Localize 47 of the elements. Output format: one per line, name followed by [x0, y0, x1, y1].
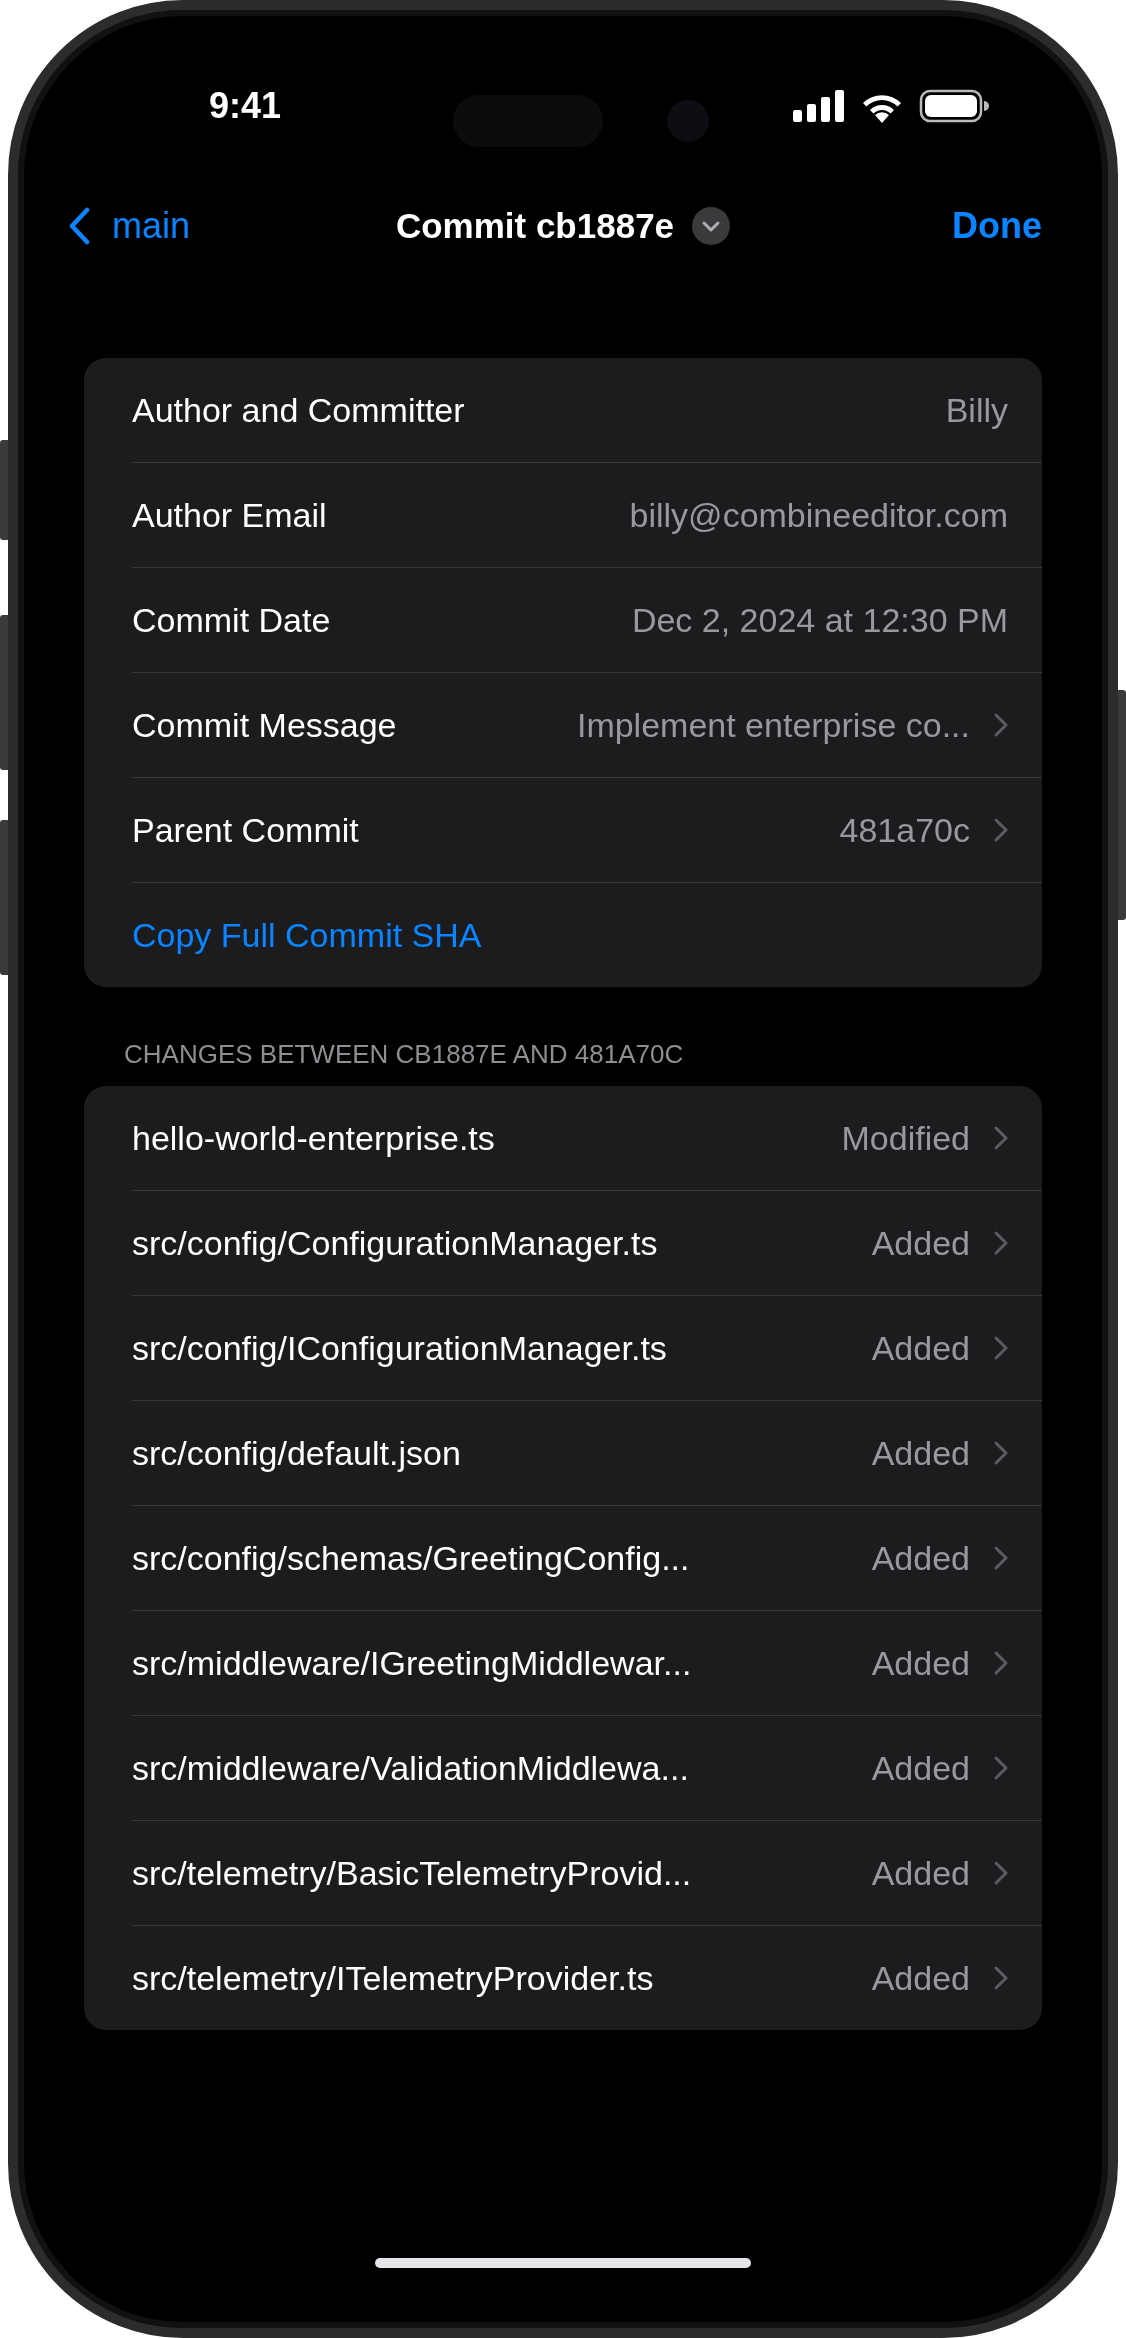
done-button[interactable]: Done [952, 205, 1042, 247]
chevron-icon [994, 1231, 1008, 1255]
back-chevron-icon [68, 207, 90, 245]
file-status: Added [871, 1223, 970, 1263]
file-path: src/config/schemas/GreetingConfig... [132, 1538, 690, 1578]
row-label: Commit Message [132, 705, 397, 745]
file-path: src/middleware/IGreetingMiddlewar... [132, 1643, 692, 1683]
chevron-icon [994, 1441, 1008, 1465]
row-value: Implement enterprise co... [576, 705, 970, 745]
file-status: Added [871, 1328, 970, 1368]
chevron-icon [994, 1651, 1008, 1675]
row-value: Billy [945, 390, 1008, 430]
file-status: Modified [841, 1118, 970, 1158]
file-status: Added [871, 1433, 970, 1473]
row-label: Author Email [132, 495, 327, 535]
chevron-icon [994, 1336, 1008, 1360]
nav-title: Commit cb1887e [395, 206, 675, 246]
signal-icon [793, 90, 845, 122]
row-value: Dec 2, 2024 at 12:30 PM [631, 600, 1008, 640]
section-header: CHANGES BETWEEN CB1887E AND 481A70C [124, 1039, 685, 1070]
file-path: src/config/ConfigurationManager.ts [132, 1223, 658, 1263]
row-value: billy@combineeditor.com [629, 495, 1008, 535]
chevron-icon [994, 1861, 1008, 1885]
row-label: Parent Commit [132, 810, 359, 850]
chevron-icon [994, 1966, 1008, 1990]
chevron-icon [994, 1756, 1008, 1780]
file-status: Added [871, 1538, 970, 1578]
file-path: src/telemetry/ITelemetryProvider.ts [132, 1958, 654, 1998]
file-status: Added [871, 1643, 970, 1683]
back-button[interactable]: main [68, 205, 191, 247]
file-path: src/middleware/ValidationMiddlewa... [132, 1748, 689, 1788]
copy-sha-button[interactable]: Copy Full Commit SHA [132, 915, 482, 955]
file-path: src/telemetry/BasicTelemetryProvid... [132, 1853, 692, 1893]
file-path: src/config/default.json [132, 1433, 461, 1473]
row-label: Commit Date [132, 600, 331, 640]
file-path: hello-world-enterprise.ts [132, 1118, 495, 1158]
file-status: Added [871, 1748, 970, 1788]
file-status: Added [871, 1958, 970, 1998]
file-status: Added [871, 1853, 970, 1893]
chevron-icon [994, 1126, 1008, 1150]
battery-icon [919, 89, 989, 123]
dropdown-icon[interactable] [692, 207, 731, 245]
row-label: Author and Committer [132, 390, 465, 430]
status-time: 9:41 [209, 85, 282, 127]
row-value: 481a70c [839, 810, 970, 850]
chevron-icon [994, 1546, 1008, 1570]
file-path: src/config/IConfigurationManager.ts [132, 1328, 667, 1368]
